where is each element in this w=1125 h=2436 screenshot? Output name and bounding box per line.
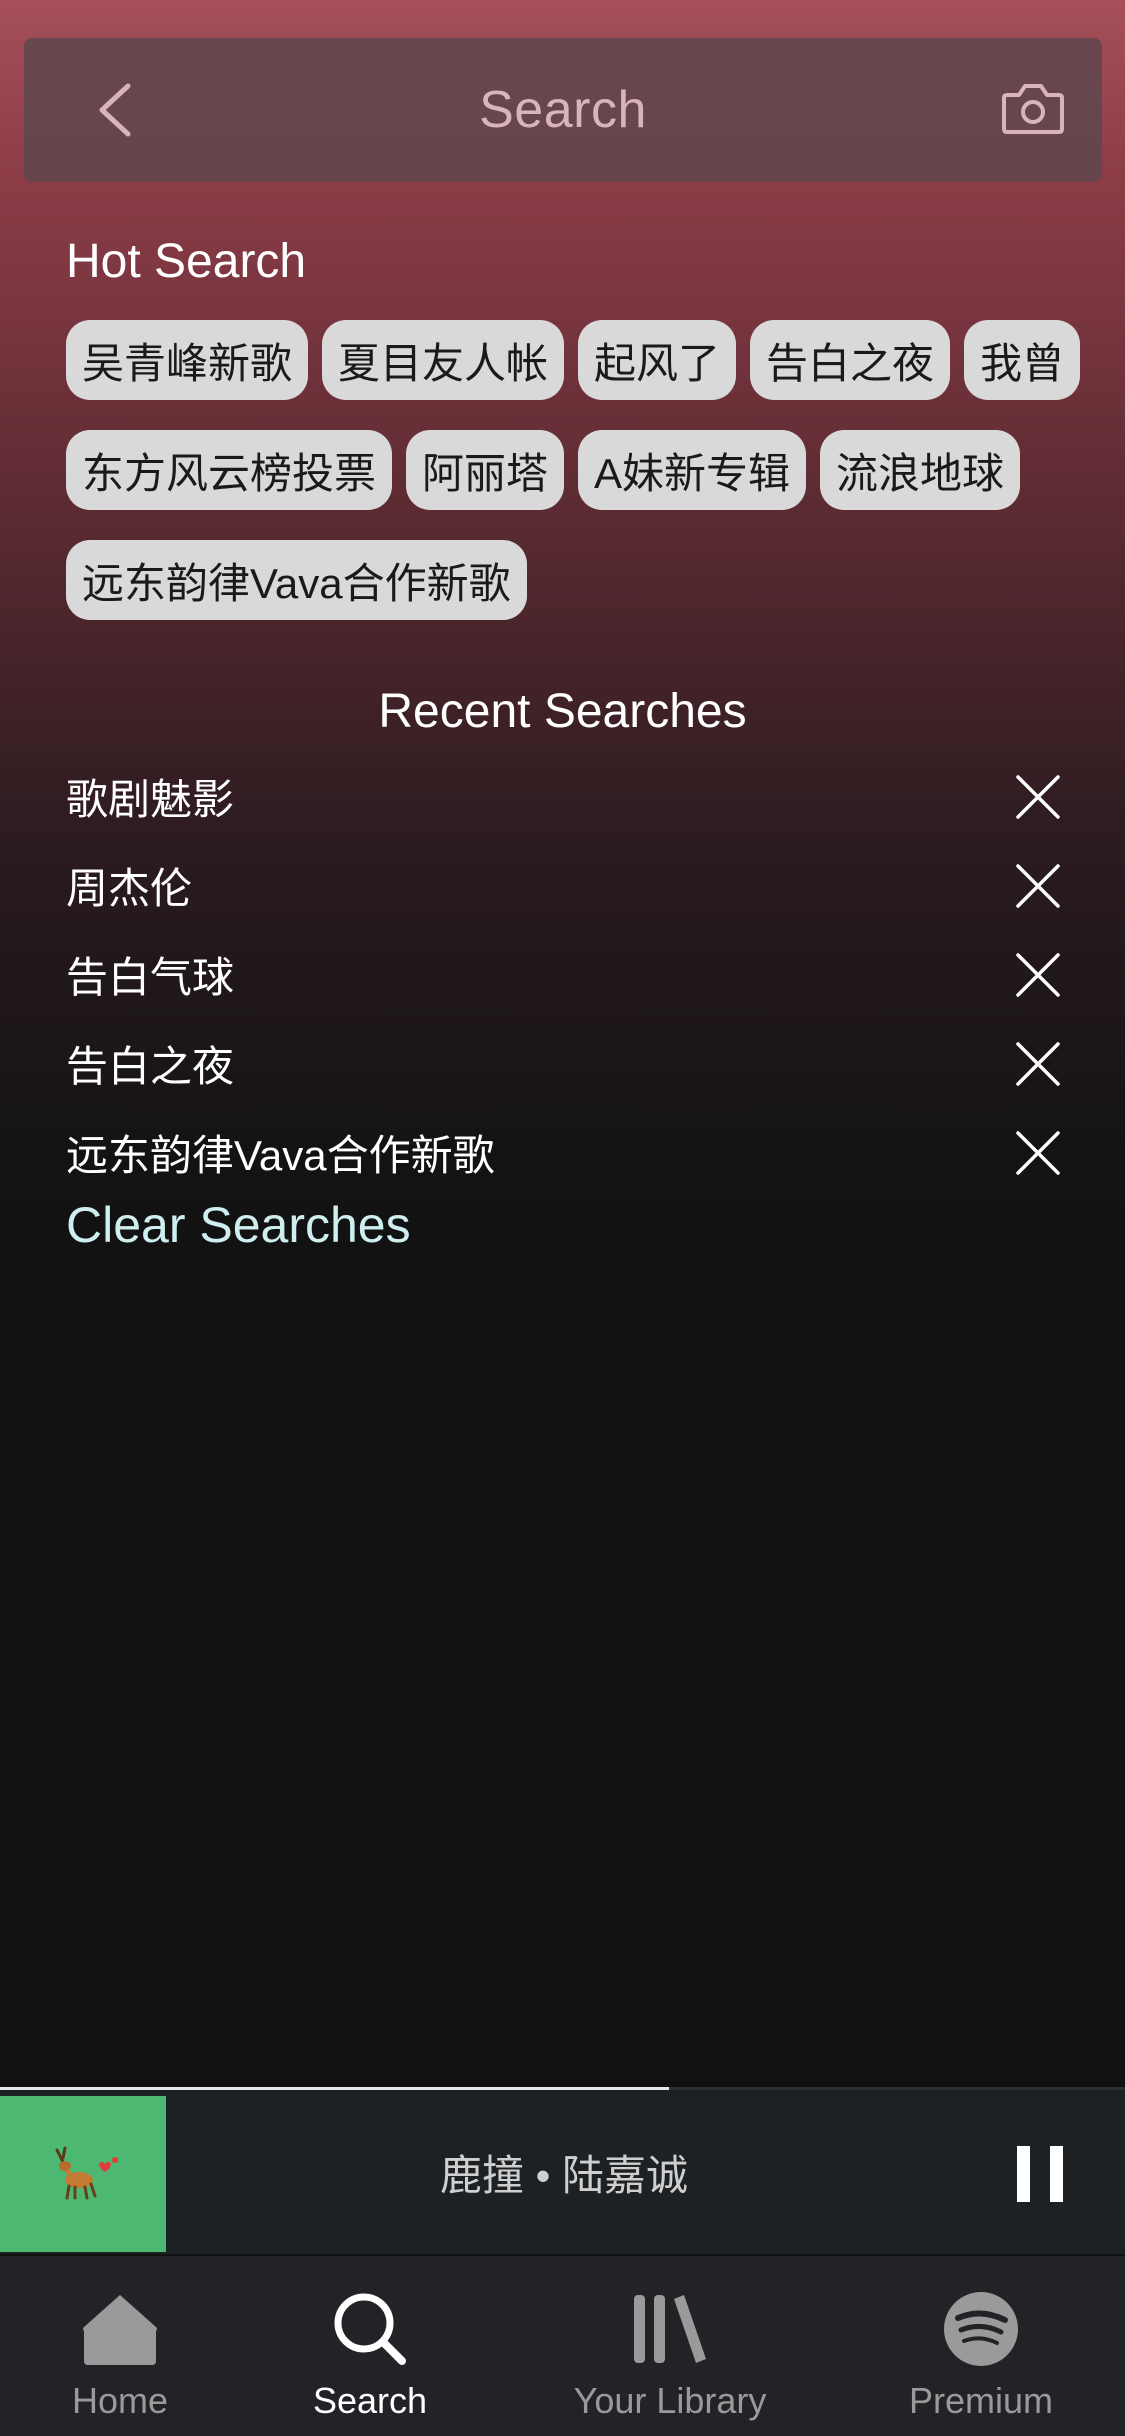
- tab-your-library-label: Your Library: [573, 2380, 767, 2421]
- hot-search-tag[interactable]: 东方风云榜投票: [66, 430, 393, 510]
- close-icon: [1016, 774, 1060, 819]
- remove-button[interactable]: [1008, 1034, 1068, 1094]
- list-item: 歌剧魅影: [66, 752, 1066, 841]
- tab-premium[interactable]: Premium: [908, 2256, 1054, 2436]
- deer-icon: [43, 2142, 123, 2207]
- hot-search-tag[interactable]: 我曾: [964, 320, 1081, 400]
- home-icon: [75, 2284, 165, 2374]
- recent-search-text[interactable]: 告白气球: [66, 944, 234, 1005]
- hot-search-tags: 吴青峰新歌 夏目友人帐 起风了 告白之夜 我曾 东方风云榜投票 阿丽塔 A妹新专…: [66, 320, 1086, 620]
- recent-search-text[interactable]: 告白之夜: [66, 1033, 234, 1094]
- list-item: 告白之夜: [66, 1019, 1066, 1108]
- search-header: Search: [24, 38, 1102, 182]
- list-item: 周杰伦: [66, 841, 1066, 930]
- hot-search-tag[interactable]: A妹新专辑: [578, 430, 807, 510]
- bottom-tab-bar: Home Search Your Library Premium: [0, 2256, 1125, 2436]
- hot-search-tag[interactable]: 阿丽塔: [406, 430, 565, 510]
- spotify-icon: [936, 2284, 1026, 2374]
- remove-button[interactable]: [1008, 767, 1068, 827]
- library-icon: [625, 2284, 715, 2374]
- search-icon: [325, 2284, 415, 2374]
- recent-searches-title: Recent Searches: [378, 685, 747, 738]
- camera-button[interactable]: [1000, 80, 1066, 140]
- tab-your-library[interactable]: Your Library: [570, 2256, 770, 2436]
- tab-search[interactable]: Search: [308, 2256, 432, 2436]
- list-item: 告白气球: [66, 930, 1066, 1019]
- hot-search-tag[interactable]: 远东韵律Vava合作新歌: [66, 540, 527, 620]
- hot-search-tag[interactable]: 流浪地球: [820, 430, 1021, 510]
- hot-search-title: Hot Search: [66, 235, 307, 288]
- close-icon: [1016, 863, 1060, 908]
- hot-search-tag[interactable]: 告白之夜: [750, 320, 951, 400]
- close-icon: [1016, 1130, 1060, 1175]
- remove-button[interactable]: [1008, 856, 1068, 916]
- pause-icon-bar-right: [1050, 2146, 1063, 2202]
- album-art[interactable]: [0, 2096, 166, 2252]
- pause-button[interactable]: [1017, 2146, 1063, 2202]
- close-icon: [1016, 952, 1060, 997]
- tab-home-label: Home: [71, 2380, 169, 2421]
- recent-search-text[interactable]: 远东韵律Vava合作新歌: [66, 1122, 495, 1183]
- now-playing-title[interactable]: 鹿撞 • 陆嘉诚: [166, 2090, 962, 2254]
- clear-searches-button[interactable]: Clear Searches: [66, 1196, 411, 1254]
- tab-search-label: Search: [312, 2380, 428, 2421]
- pause-icon-bar-left: [1017, 2146, 1030, 2202]
- recent-search-text[interactable]: 周杰伦: [66, 855, 192, 916]
- close-icon: [1016, 1041, 1060, 1086]
- hot-search-tag[interactable]: 夏目友人帐: [322, 320, 565, 400]
- tab-home[interactable]: Home: [60, 2256, 180, 2436]
- list-item: 远东韵律Vava合作新歌: [66, 1108, 1066, 1197]
- remove-button[interactable]: [1008, 945, 1068, 1005]
- tab-premium-label: Premium: [908, 2380, 1054, 2421]
- recent-search-text[interactable]: 歌剧魅影: [66, 766, 234, 827]
- hot-search-tag[interactable]: 起风了: [578, 320, 737, 400]
- hot-search-tag[interactable]: 吴青峰新歌: [66, 320, 309, 400]
- search-title[interactable]: Search: [479, 80, 647, 140]
- back-button[interactable]: [84, 82, 144, 142]
- chevron-left-icon: [94, 82, 134, 143]
- mini-player[interactable]: 鹿撞 • 陆嘉诚: [0, 2090, 1125, 2254]
- remove-button[interactable]: [1008, 1123, 1068, 1183]
- recent-searches-list: 歌剧魅影 周杰伦 告白气球 告白之夜 远东韵律Vava合作新歌: [66, 752, 1066, 1197]
- camera-icon: [1001, 81, 1065, 140]
